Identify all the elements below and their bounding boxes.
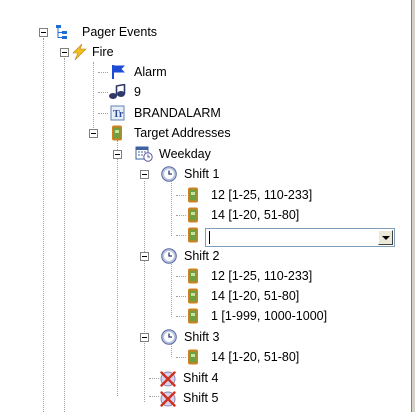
tree-line [176, 195, 186, 196]
tree-line [176, 357, 186, 358]
pager-icon [186, 268, 202, 284]
tree-line [176, 296, 186, 297]
tree-line [171, 262, 172, 317]
disabled-shift-icon [159, 390, 176, 407]
tree-line [117, 140, 118, 396]
tree-line [176, 215, 186, 216]
clock-icon [160, 166, 177, 182]
tree-line [98, 72, 108, 73]
tree-icon [54, 24, 70, 40]
pager-icon [186, 187, 202, 203]
tree-line [144, 181, 145, 402]
disabled-shift-icon [159, 370, 176, 387]
window-right-edge [411, 0, 415, 412]
tree-line [176, 316, 186, 317]
pager-events-tree[interactable]: Pager Events Fire Alarm 9 Tr BRANDALARM … [0, 0, 410, 412]
tree-window: Pager Events Fire Alarm 9 Tr BRANDALARM … [0, 0, 415, 412]
tree-node-shift5[interactable]: Shift 5 [159, 388, 249, 408]
tree-line [149, 378, 159, 379]
tree-line [93, 62, 94, 134]
svg-text:Tr: Tr [113, 109, 124, 120]
pager-icon [186, 349, 202, 365]
tree-node-address[interactable]: 14 [1-20, 51-80] [186, 347, 366, 367]
tree-line [64, 58, 65, 412]
pager-icon [186, 227, 202, 243]
collapse-toggle-weekday[interactable] [113, 150, 122, 159]
calendar-clock-icon [135, 146, 153, 162]
pager-icon [186, 288, 202, 304]
combo-dropdown-button[interactable] [378, 230, 393, 245]
tree-line [149, 396, 159, 397]
tree-line [98, 113, 108, 114]
tree-line [176, 276, 186, 277]
tree-line [43, 38, 44, 412]
collapse-toggle-shift2[interactable] [140, 252, 149, 261]
text-caret [209, 231, 210, 244]
collapse-toggle-root[interactable] [39, 28, 48, 37]
pager-icon [186, 207, 202, 223]
note-icon [108, 83, 126, 100]
tree-node-weekday[interactable]: Weekday [135, 144, 245, 164]
tree-line [171, 181, 172, 236]
tree-node-address[interactable]: 14 [1-20, 51-80] [186, 205, 366, 225]
tree-line [176, 235, 186, 236]
clock-icon [160, 329, 177, 345]
tree-node-address[interactable]: 12 [1-25, 110-233] [186, 185, 366, 205]
tree-node-target-addresses[interactable]: Target Addresses [110, 123, 270, 143]
tree-node-shift1[interactable]: Shift 1 [160, 164, 250, 184]
collapse-toggle-fire[interactable] [60, 48, 69, 57]
flag-icon [110, 64, 126, 80]
tree-node-address[interactable]: 1 [1-999, 1000-1000] [186, 306, 386, 326]
tree-node-pager-events[interactable]: Pager Events [54, 22, 204, 42]
pager-icon [110, 125, 126, 141]
collapse-toggle-shift3[interactable] [140, 333, 149, 342]
tree-node-shift3[interactable]: Shift 3 [160, 327, 250, 347]
address-combo-box[interactable] [205, 228, 395, 247]
lightning-icon [70, 43, 87, 61]
pager-icon [186, 308, 202, 324]
collapse-toggle-shift1[interactable] [140, 170, 149, 179]
collapse-toggle-target-addresses[interactable] [89, 129, 98, 138]
tree-node-shift2[interactable]: Shift 2 [160, 246, 250, 266]
tree-node-fire[interactable]: Fire [70, 42, 160, 62]
tree-node-tone-number[interactable]: 9 [108, 82, 168, 102]
clock-icon [160, 248, 177, 264]
text-icon: Tr [110, 105, 126, 121]
tree-node-alarm[interactable]: Alarm [110, 62, 200, 82]
tree-node-address[interactable]: 14 [1-20, 51-80] [186, 286, 366, 306]
tree-node-text[interactable]: Tr BRANDALARM [110, 103, 250, 123]
tree-node-shift4[interactable]: Shift 4 [159, 368, 249, 388]
tree-line [98, 92, 108, 93]
tree-node-address[interactable]: 12 [1-25, 110-233] [186, 266, 366, 286]
tree-node-address-new[interactable] [186, 225, 206, 245]
